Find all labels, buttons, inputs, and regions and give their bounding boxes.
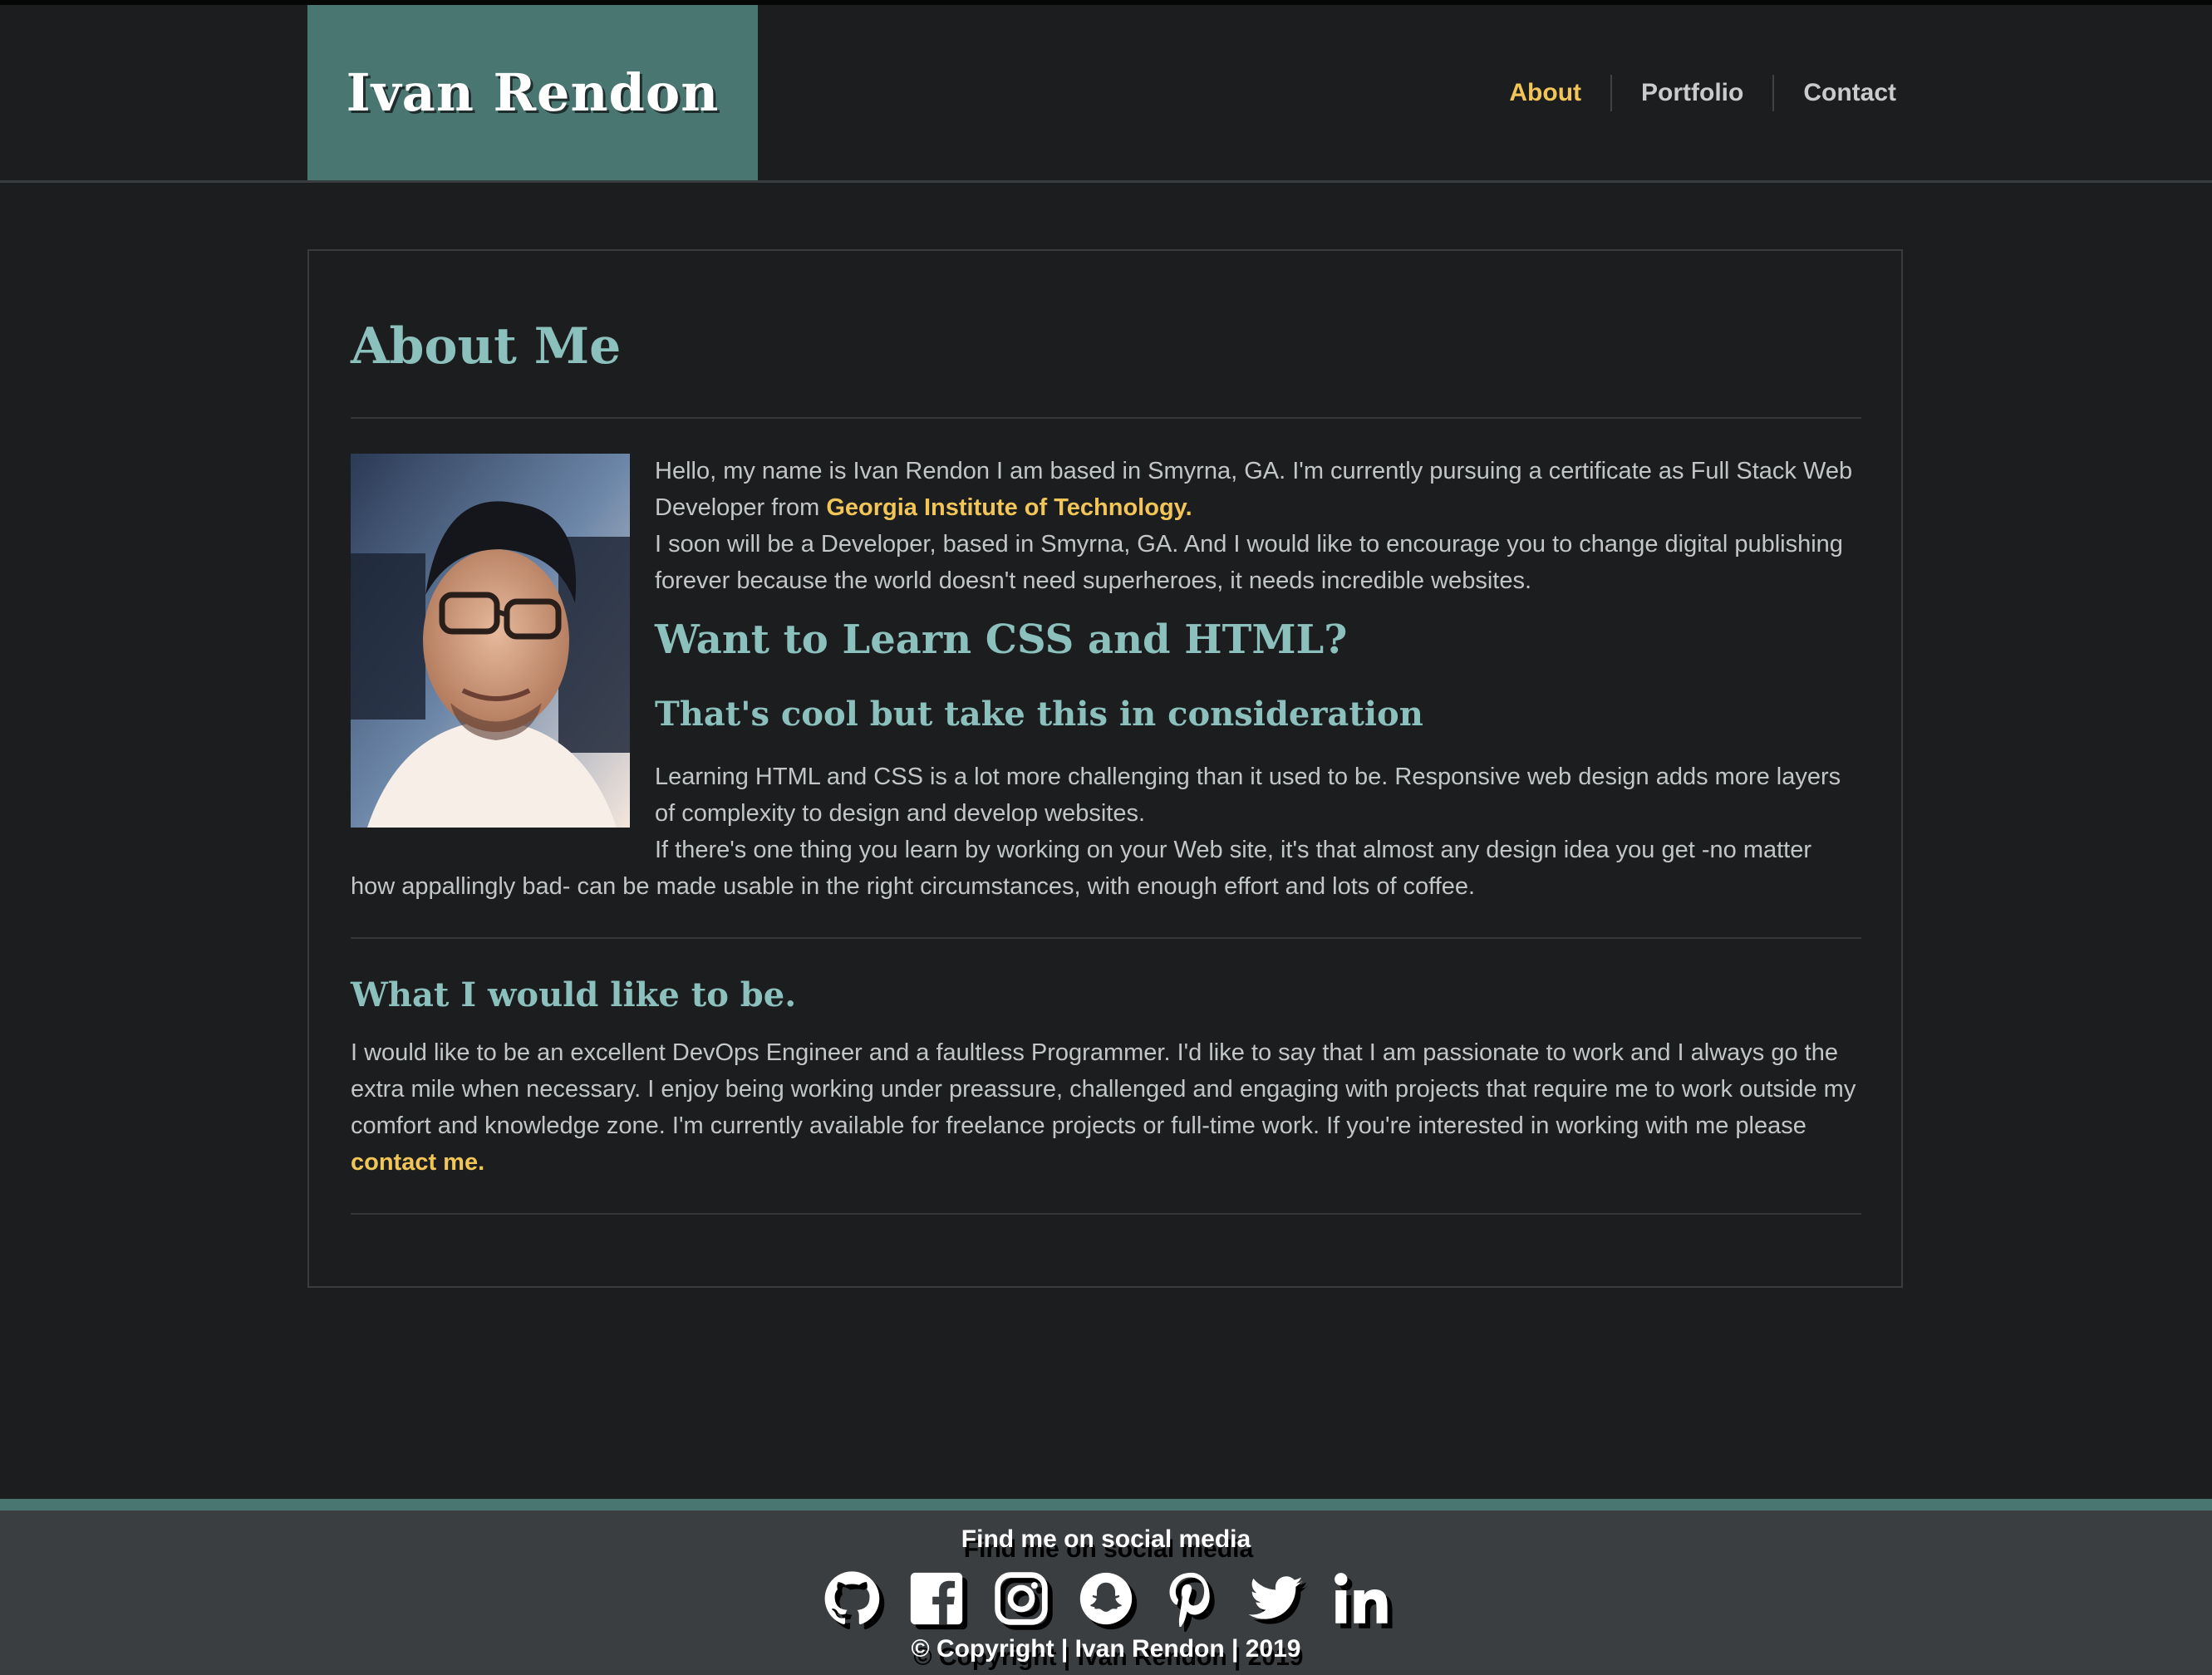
profile-photo bbox=[351, 454, 630, 828]
bio-heading: What I would like to be. bbox=[351, 975, 797, 1014]
social-icons bbox=[0, 1570, 2212, 1627]
copyright-text: © Copyright | Ivan Rendon | 2019 bbox=[911, 1635, 1301, 1663]
intro-text: Hello, my name is Ivan Rendon I am based… bbox=[655, 453, 1861, 599]
profile-photo-image bbox=[351, 454, 630, 828]
learn-subheading: That's cool but take this in considerati… bbox=[655, 695, 1423, 734]
nav-contact[interactable]: Contact bbox=[1772, 74, 1905, 111]
divider bbox=[351, 417, 1861, 419]
learn-heading: Want to Learn CSS and HTML? bbox=[655, 616, 1348, 663]
site-footer: Find me on social media © Copyright | Iv… bbox=[0, 1499, 2212, 1675]
facebook-icon[interactable] bbox=[908, 1570, 965, 1627]
divider bbox=[351, 937, 1861, 939]
site-header: Ivan Rendon About Portfolio Contact bbox=[0, 5, 2212, 183]
bio-text: I would like to be an excellent DevOps E… bbox=[351, 1034, 1861, 1181]
brand-box[interactable]: Ivan Rendon bbox=[307, 5, 758, 180]
nav-about[interactable]: About bbox=[1480, 75, 1610, 111]
divider bbox=[351, 1213, 1861, 1215]
social-title: Find me on social media bbox=[961, 1525, 1251, 1553]
pinterest-icon[interactable] bbox=[1163, 1570, 1219, 1627]
intro-text-2: I soon will be a Developer, based in Smy… bbox=[655, 531, 1843, 594]
nav-portfolio[interactable]: Portfolio bbox=[1610, 74, 1772, 111]
snapchat-icon[interactable] bbox=[1078, 1570, 1134, 1627]
twitter-icon[interactable] bbox=[1247, 1570, 1304, 1627]
georgia-tech-link[interactable]: Georgia Institute of Technology. bbox=[826, 494, 1192, 521]
page-title: About Me bbox=[351, 317, 622, 376]
learn-paragraph-2: If there's one thing you learn by workin… bbox=[351, 837, 1812, 900]
github-icon[interactable] bbox=[823, 1570, 880, 1627]
main-nav: About Portfolio Contact bbox=[1480, 5, 1905, 180]
instagram-icon[interactable] bbox=[993, 1570, 1049, 1627]
about-card: About Me Hello, my name is Ivan Rendon I… bbox=[307, 249, 1903, 1288]
brand-name[interactable]: Ivan Rendon bbox=[347, 62, 720, 123]
learn-paragraph-1: Learning HTML and CSS is a lot more chal… bbox=[655, 764, 1841, 827]
contact-me-link[interactable]: contact me. bbox=[351, 1149, 484, 1176]
linkedin-icon[interactable] bbox=[1332, 1570, 1389, 1627]
bio-text-body: I would like to be an excellent DevOps E… bbox=[351, 1039, 1856, 1139]
